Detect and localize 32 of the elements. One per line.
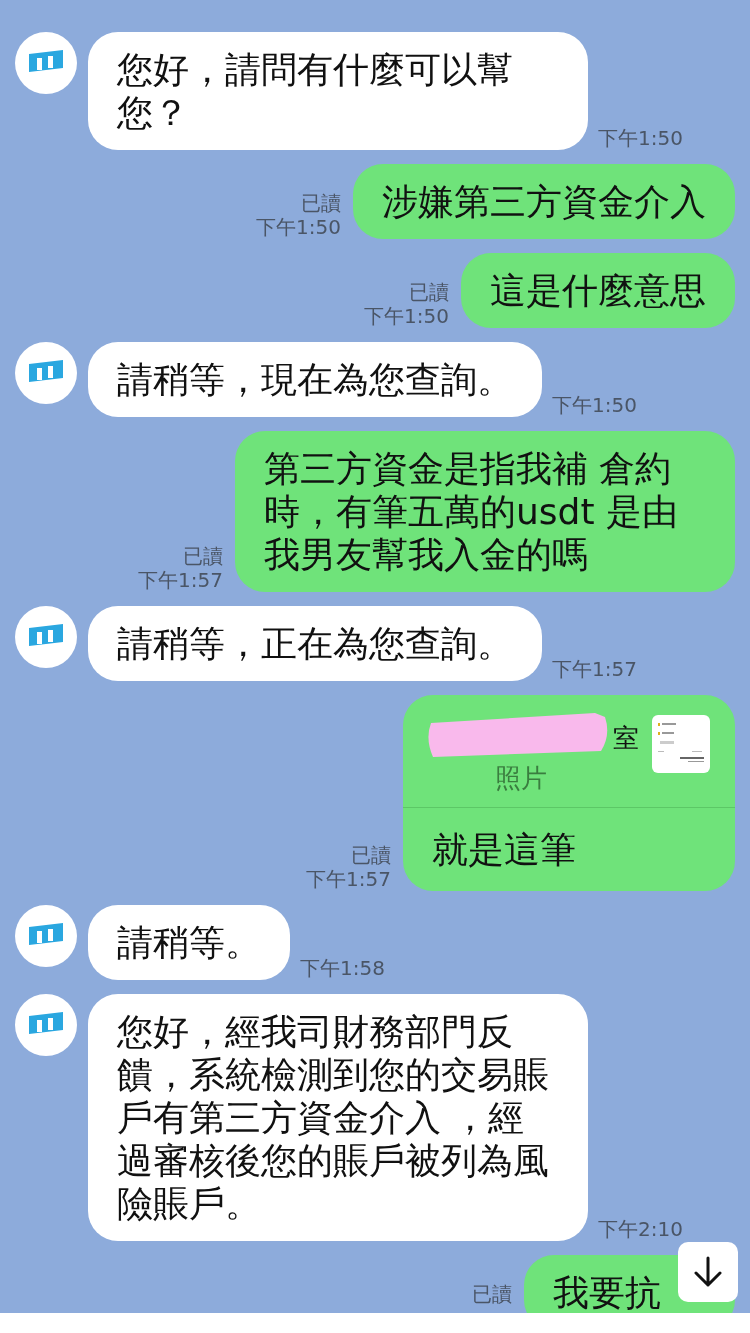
avatar-icon[interactable] (15, 905, 77, 967)
message-bubble: 第三方資金是指我補 倉約時，有筆五萬的usdt 是由我男友幫我入金的嗎 (235, 431, 735, 592)
message-bubble: 請稍等，現在為您查詢。 (88, 342, 542, 417)
message-time: 下午1:57 (552, 657, 637, 681)
avatar-icon[interactable] (15, 606, 77, 668)
message-time: 下午1:57 (306, 867, 391, 891)
reply-type: 照片 (495, 763, 548, 793)
message-bubble: 涉嫌第三方資金介入 (353, 164, 735, 239)
reply-sender: 室 (613, 723, 639, 753)
avatar-icon[interactable] (15, 32, 77, 94)
message-time: 下午2:10 (598, 1217, 683, 1241)
message-bubble: 請稍等。 (88, 905, 290, 980)
message-time: 下午1:57 (138, 568, 223, 592)
message-bubble: 請稍等，正在為您查詢。 (88, 606, 542, 681)
message-bubble: 您好，請問有什麼可以幫您？ (88, 32, 588, 150)
arrow-down-icon (693, 1256, 723, 1288)
message-time: 下午1:50 (364, 304, 449, 328)
read-receipt: 已讀 (351, 843, 391, 867)
message-time: 下午1:58 (300, 956, 385, 980)
read-receipt: 已讀 (409, 280, 449, 304)
message-text: 就是這筆 (431, 828, 577, 872)
message-bubble: 您好，經我司財務部門反饋，系統檢測到您的交易賬戶有第三方資金介入 ，經過審核後您的賬戶被列為風險賬戶。 (88, 994, 588, 1241)
message-bubble: 這是什麼意思 (461, 253, 735, 328)
message-time: 下午1:50 (256, 215, 341, 239)
avatar-icon[interactable] (15, 994, 77, 1056)
message-time: 下午1:50 (598, 126, 683, 150)
avatar-icon[interactable] (15, 342, 77, 404)
message-time: 下午1:50 (552, 393, 637, 417)
scroll-down-button[interactable] (678, 1242, 738, 1302)
read-receipt: 已讀 (472, 1282, 512, 1306)
read-receipt: 已讀 (183, 544, 223, 568)
read-receipt: 已讀 (301, 191, 341, 215)
